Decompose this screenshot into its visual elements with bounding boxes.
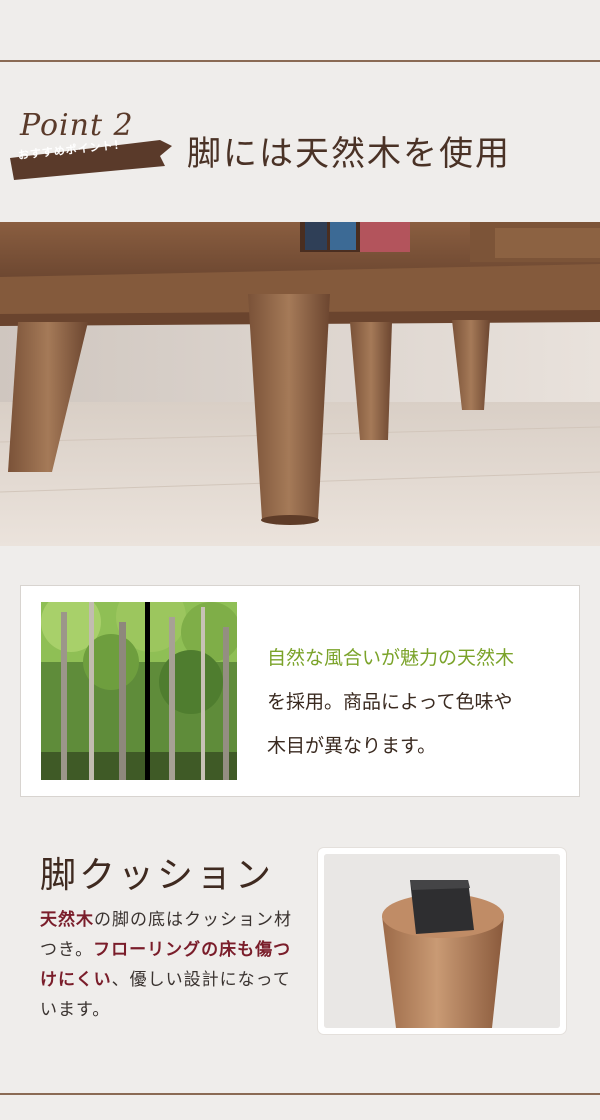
cushion-title: 脚クッション bbox=[40, 855, 275, 896]
cushion-text-1: 天然木 bbox=[40, 910, 94, 930]
card-line-2: を採用。商品によって色味や bbox=[267, 691, 513, 713]
cushion-description: 天然木の脚の底はクッション材つき。フローリングの床も傷つけにくい、優しい設計にな… bbox=[40, 905, 302, 1025]
card-line-3: 木目が異なります。 bbox=[267, 735, 437, 757]
top-divider bbox=[0, 60, 600, 62]
card-description: 自然な風合いが魅力の天然木 を採用。商品によって色味や 木目が異なります。 bbox=[267, 636, 567, 768]
cushion-photo-frame bbox=[318, 848, 566, 1034]
furniture-leg-photo bbox=[0, 222, 600, 546]
point-badge: Point 2 おすすめポイント！ bbox=[10, 108, 172, 184]
card-line-1: 自然な風合いが魅力の天然木 bbox=[267, 647, 515, 669]
natural-wood-card: 自然な風合いが魅力の天然木 を採用。商品によって色味や 木目が異なります。 bbox=[20, 585, 580, 797]
section-title: 脚には天然木を使用 bbox=[187, 134, 511, 174]
forest-photo bbox=[41, 602, 237, 780]
bottom-divider bbox=[0, 1093, 600, 1095]
cushion-photo bbox=[324, 854, 560, 1028]
